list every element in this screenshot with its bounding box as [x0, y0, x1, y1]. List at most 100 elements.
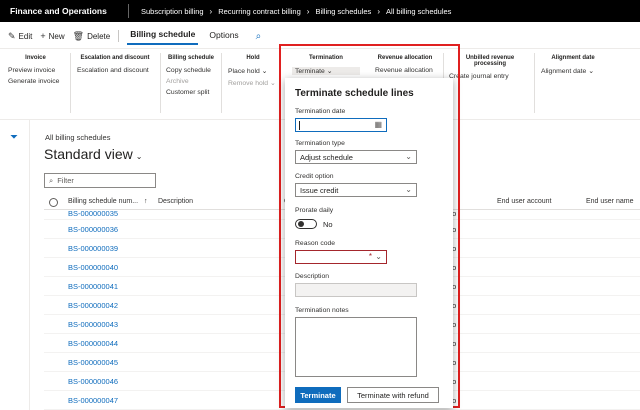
alignment-date-button[interactable]: Alignment date ⌄ — [541, 67, 605, 75]
credit-option-value: Issue credit — [300, 186, 339, 195]
row-id[interactable]: BS-000000035 — [68, 210, 118, 218]
view-selector[interactable]: Standard view ⌄ — [44, 146, 142, 162]
customer-split-button[interactable]: Customer split — [166, 89, 216, 96]
sort-arrow-icon[interactable]: ↑ — [144, 198, 148, 205]
chevron-down-icon: ⌄ — [269, 80, 276, 87]
divider — [128, 4, 129, 18]
termination-notes-textarea[interactable] — [295, 317, 417, 377]
terminate-with-refund-button[interactable]: Terminate with refund — [347, 387, 439, 403]
group-title: Billing schedule — [167, 55, 214, 61]
ribbon-group-billing-schedule: Billing schedule Copy schedule Archive C… — [166, 55, 216, 100]
termination-type-value: Adjust schedule — [300, 153, 353, 162]
divider — [118, 30, 120, 42]
terminate-schedule-lines-panel: Terminate schedule lines Termination dat… — [285, 78, 453, 408]
required-indicator: * — [368, 252, 372, 261]
breadcrumb: Subscription billing › Recurring contrac… — [141, 7, 451, 16]
archive-button[interactable]: Archive — [166, 78, 216, 85]
action-pane: ✎ Edit + New 🗑 Delete Billing schedule O… — [0, 26, 640, 46]
preview-invoice-button[interactable]: Preview invoice — [8, 67, 63, 74]
divider — [534, 53, 535, 113]
row-id[interactable]: BS-000000047 — [68, 396, 118, 405]
row-id[interactable]: BS-000000039 — [68, 244, 118, 253]
chevron-down-icon: ⌄ — [405, 152, 412, 161]
divider — [160, 53, 161, 113]
group-title: Unbilled revenue processing — [465, 55, 515, 67]
termination-date-label: Termination date — [295, 108, 346, 115]
description-field — [295, 283, 417, 297]
group-title: Alignment date — [551, 55, 595, 61]
row-id[interactable]: BS-000000040 — [68, 263, 118, 272]
chevron-right-icon: › — [306, 6, 310, 16]
breadcrumb-subscription-billing[interactable]: Subscription billing — [141, 7, 204, 16]
row-id[interactable]: BS-000000044 — [68, 339, 118, 348]
view-title: Standard view — [44, 146, 133, 162]
place-hold-button[interactable]: Place hold ⌄ — [228, 67, 278, 75]
column-header-end-user-account[interactable]: End user account — [497, 198, 551, 205]
edit-button[interactable]: ✎ Edit — [8, 31, 32, 42]
app-title[interactable]: Finance and Operations — [0, 6, 128, 16]
divider — [221, 53, 222, 113]
row-id[interactable]: BS-000000036 — [68, 225, 118, 234]
create-journal-entry-button[interactable]: Create journal entry — [449, 73, 531, 80]
pencil-icon: ✎ — [8, 30, 16, 41]
breadcrumb-recurring-contract-billing[interactable]: Recurring contract billing — [218, 7, 301, 16]
row-id[interactable]: BS-000000041 — [68, 282, 118, 291]
funnel-icon[interactable]: ⏷ — [10, 132, 18, 143]
termination-type-label: Termination type — [295, 140, 345, 147]
description-label: Description — [295, 273, 329, 280]
chevron-down-icon: ⌄ — [261, 68, 268, 75]
prorate-daily-toggle[interactable] — [295, 219, 317, 229]
tab-billing-schedule[interactable]: Billing schedule — [127, 27, 199, 45]
ribbon-group-hold: Hold Place hold ⌄ Remove hold ⌄ — [228, 55, 278, 91]
delete-label: Delete — [87, 31, 111, 41]
copy-schedule-button[interactable]: Copy schedule — [166, 67, 216, 74]
credit-option-label: Credit option — [295, 173, 334, 180]
credit-option-select[interactable]: Issue credit ⌄ — [295, 183, 417, 197]
toggle-knob — [298, 221, 304, 227]
termination-date-field[interactable]: ▦ — [295, 118, 387, 132]
column-header-end-user-name[interactable]: End user name — [586, 198, 633, 205]
breadcrumb-all-billing-schedules[interactable]: All billing schedules — [386, 7, 451, 16]
chevron-down-icon: ⌄ — [375, 252, 382, 261]
plus-icon: + — [40, 31, 46, 41]
filter-rail: ⏷ — [0, 120, 30, 410]
reason-code-label: Reason code — [295, 240, 336, 247]
page-subtitle: All billing schedules — [45, 133, 111, 142]
chevron-right-icon: › — [209, 6, 213, 16]
group-title: Escalation and discount — [80, 55, 150, 61]
reason-code-select[interactable]: * ⌄ — [295, 250, 387, 264]
row-id[interactable]: BS-000000045 — [68, 358, 118, 367]
column-header-id[interactable]: Billing schedule num... — [68, 198, 138, 205]
chevron-right-icon: › — [377, 6, 380, 16]
divider — [70, 53, 71, 113]
alignment-date-label: Alignment date — [541, 68, 587, 75]
top-bar: Finance and Operations Subscription bill… — [0, 0, 640, 22]
prorate-daily-value: No — [323, 220, 333, 229]
new-button[interactable]: + New — [40, 31, 64, 41]
row-id[interactable]: BS-000000042 — [68, 301, 118, 310]
remove-hold-button[interactable]: Remove hold ⌄ — [228, 79, 278, 87]
panel-title: Terminate schedule lines — [295, 88, 414, 99]
row-id[interactable]: BS-000000043 — [68, 320, 118, 329]
filter-input[interactable]: ⌕ Filter — [44, 173, 156, 188]
search-icon[interactable]: ⌕ — [256, 31, 262, 42]
chevron-down-icon: ⌄ — [405, 185, 412, 194]
ribbon-group-escalation: Escalation and discount Escalation and d… — [77, 55, 153, 78]
ribbon-group-alignment-date: Alignment date Alignment date ⌄ — [541, 55, 605, 79]
termination-type-select[interactable]: Adjust schedule ⌄ — [295, 150, 417, 164]
column-header-description[interactable]: Description — [158, 198, 193, 205]
group-title: Invoice — [25, 55, 46, 61]
calendar-icon[interactable]: ▦ — [374, 120, 382, 129]
terminate-button[interactable]: Terminate — [295, 387, 341, 403]
breadcrumb-billing-schedules[interactable]: Billing schedules — [315, 7, 371, 16]
generate-invoice-button[interactable]: Generate invoice — [8, 78, 63, 85]
escalation-discount-button[interactable]: Escalation and discount — [77, 67, 153, 74]
ribbon-group-unbilled-revenue: Unbilled revenue processing Create journ… — [449, 55, 531, 84]
row-id[interactable]: BS-000000046 — [68, 377, 118, 386]
delete-button[interactable]: 🗑 Delete — [73, 31, 111, 42]
termination-notes-label: Termination notes — [295, 307, 349, 314]
prorate-daily-label: Prorate daily — [295, 207, 334, 214]
place-hold-label: Place hold — [228, 68, 260, 75]
tab-options[interactable]: Options — [206, 28, 241, 44]
select-all-radio[interactable] — [49, 198, 58, 207]
